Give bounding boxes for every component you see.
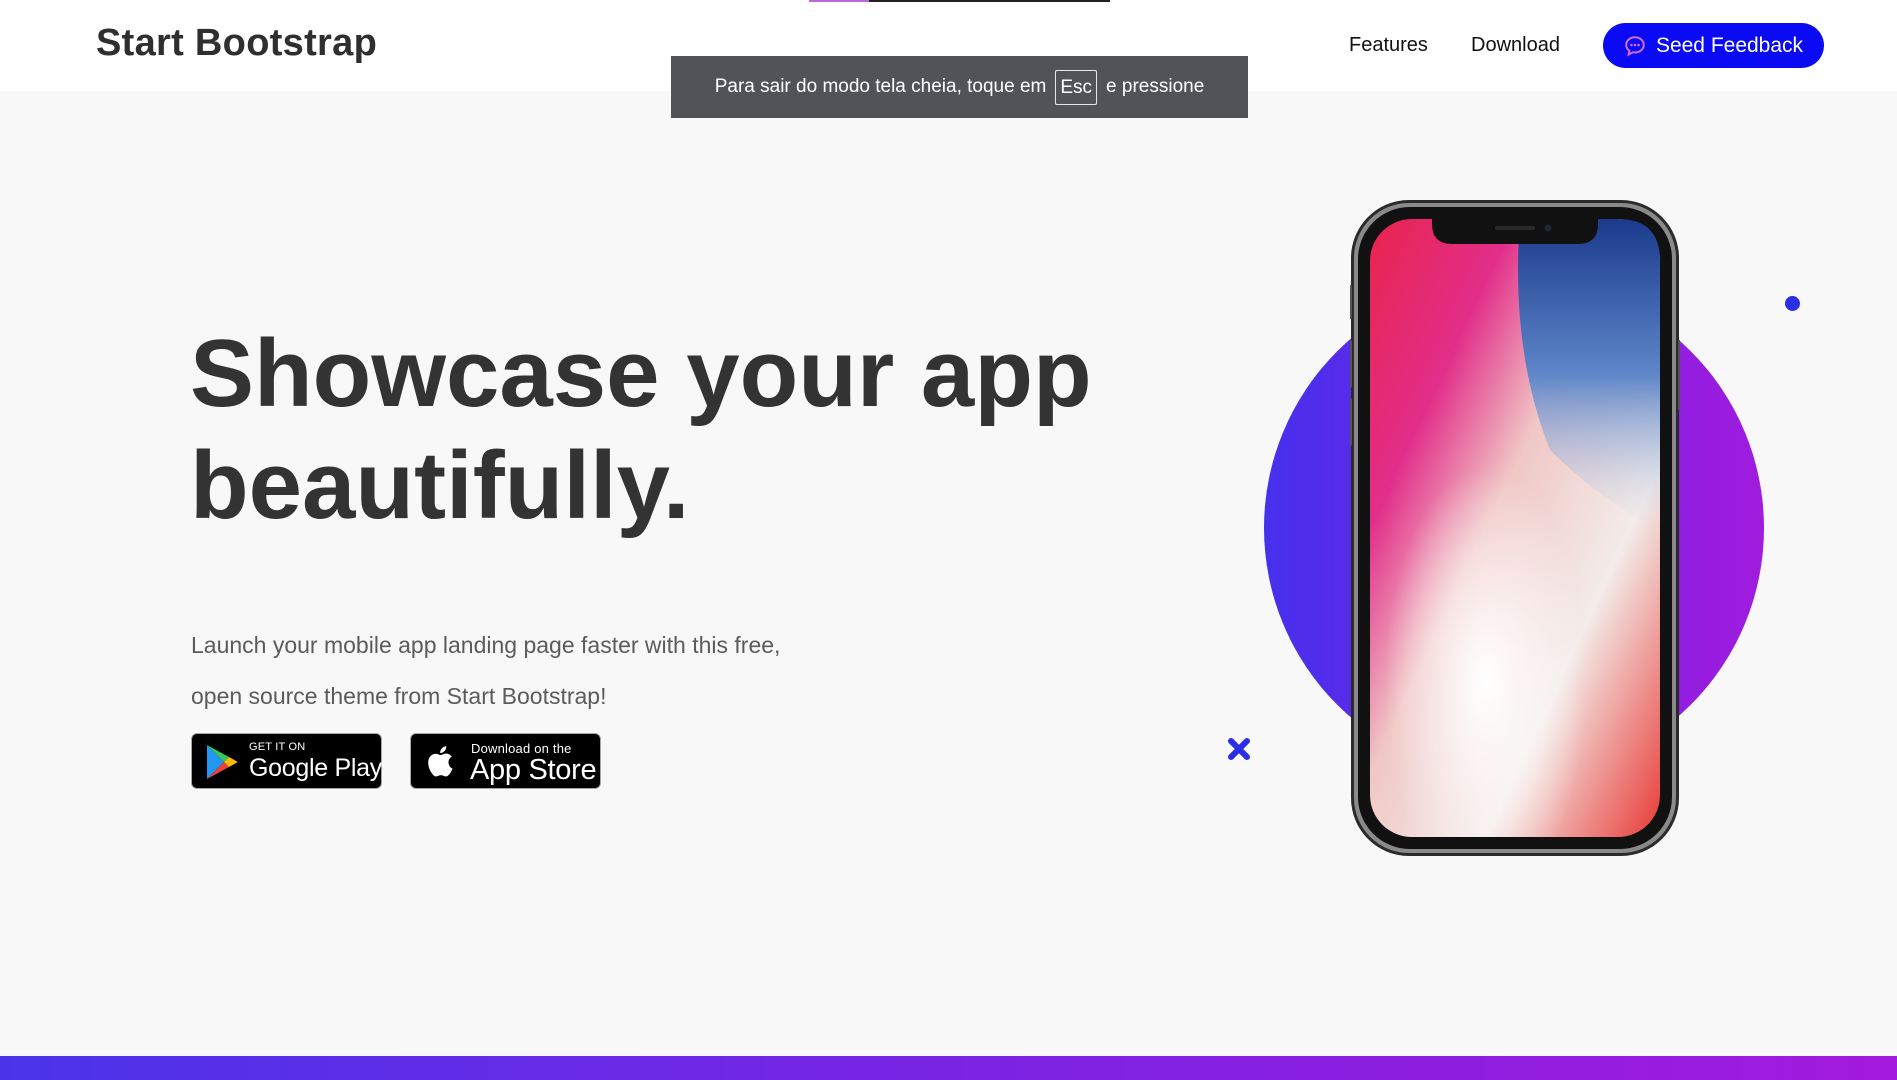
hero-subtitle-line-1: Launch your mobile app landing page fast… xyxy=(191,632,781,658)
fullscreen-notice-text-after: e pressione xyxy=(1106,76,1205,97)
google-play-badge[interactable]: GET IT ON Google Play xyxy=(191,733,382,789)
app-store-badge[interactable]: Download on the App Store xyxy=(410,733,601,789)
decorative-x-icon xyxy=(1226,736,1252,767)
fullscreen-notice-text-before: Para sair do modo tela cheia, toque em xyxy=(714,76,1047,97)
app-store-big-text: App Store xyxy=(470,754,597,786)
esc-key-hint: Esc xyxy=(1055,69,1098,105)
chat-bubble-icon xyxy=(1624,35,1646,57)
nav-link-download[interactable]: Download xyxy=(1471,34,1560,57)
fullscreen-indicator-accent xyxy=(809,0,869,2)
footer-gradient-band xyxy=(0,1056,1897,1080)
hero-title-line-2: beautifully. xyxy=(190,432,690,539)
hero-title: Showcase your app beautifully. xyxy=(190,318,1150,542)
hero-subtitle: Launch your mobile app landing page fast… xyxy=(191,620,831,722)
google-play-big-text: Google Play xyxy=(249,754,382,782)
hero-subtitle-line-2: open source theme from Start Bootstrap! xyxy=(191,683,607,709)
nav-link-features[interactable]: Features xyxy=(1349,34,1428,57)
apple-icon xyxy=(425,742,459,785)
decorative-dot xyxy=(1785,296,1800,311)
hero-title-line-1: Showcase your app xyxy=(190,320,1092,427)
fullscreen-exit-notice: Para sair do modo tela cheia, toque em E… xyxy=(671,56,1248,118)
phone-mockup xyxy=(1348,200,1682,865)
brand-logo[interactable]: Start Bootstrap xyxy=(96,22,377,65)
google-play-icon xyxy=(204,743,240,786)
seed-feedback-button[interactable]: Seed Feedback xyxy=(1603,23,1824,68)
google-play-small-text: GET IT ON xyxy=(249,741,306,753)
seed-feedback-label: Seed Feedback xyxy=(1655,33,1804,57)
